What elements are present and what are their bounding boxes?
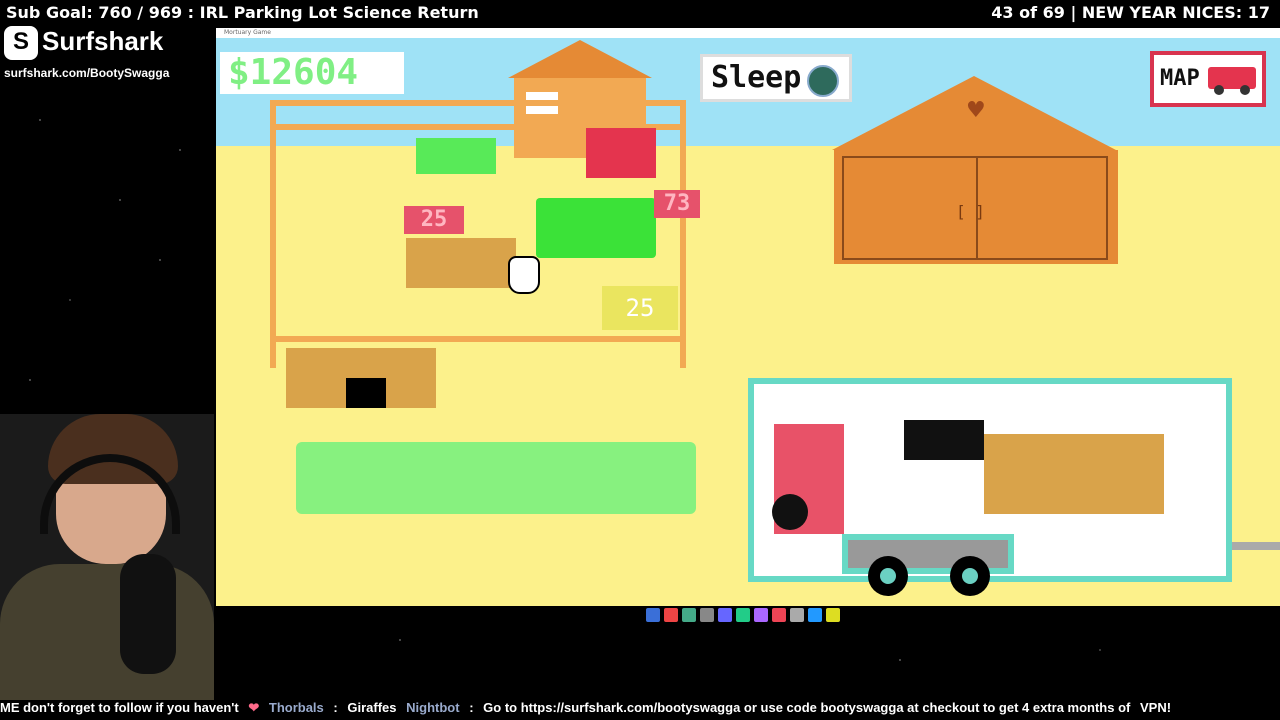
trailer-wheel <box>868 556 908 596</box>
fence-post <box>680 328 686 368</box>
animal-on-car[interactable] <box>984 434 1164 514</box>
green-animal[interactable] <box>416 138 496 174</box>
surfshark-logo-icon <box>4 26 38 60</box>
sponsor-url: surfshark.com/BootySwagga <box>4 66 170 80</box>
chat-text: Giraffes <box>347 700 397 715</box>
hand-cursor-icon <box>508 256 540 294</box>
taskbar-icon[interactable] <box>808 608 822 622</box>
house-roof <box>508 40 652 78</box>
taskbar-icon[interactable] <box>718 608 732 622</box>
map-label: MAP <box>1160 66 1200 91</box>
sponsor-name: Surfshark <box>42 26 164 56</box>
trailer-wheel <box>950 556 990 596</box>
chat-text: Go to https://surfshark.com/bootyswagga … <box>483 700 1131 715</box>
dog-spot <box>346 378 386 408</box>
sponsor-branding: Surfshark surfshark.com/BootySwagga <box>4 26 204 86</box>
game-window[interactable]: Mortuary Game $12604 25 73 25 Sleep MAP … <box>216 28 1280 606</box>
taskbar-icon[interactable] <box>682 608 696 622</box>
streamer-jacket <box>0 564 214 700</box>
price-tag-left: 25 <box>404 206 464 234</box>
black-animal[interactable] <box>904 420 984 460</box>
taskbar-icon[interactable] <box>664 608 678 622</box>
heart-icon: ❤ <box>248 700 260 715</box>
chat-text: VPN! <box>1140 700 1172 715</box>
stream-top-bar: Sub Goal: 760 / 969 : IRL Parking Lot Sc… <box>0 0 1280 26</box>
ticker-message: ME don't forget to follow if you haven't <box>0 700 239 715</box>
bomb-item[interactable] <box>772 494 808 530</box>
chat-username: Nightbot <box>406 700 460 715</box>
green-car[interactable] <box>536 198 656 258</box>
window-title-bar: Mortuary Game <box>216 28 1280 38</box>
trailer-hitch <box>1232 542 1280 550</box>
pasture-drop-zone[interactable] <box>296 442 696 514</box>
truck-icon <box>1208 67 1256 95</box>
price-tag-right: 73 <box>654 190 700 218</box>
barn[interactable]: [ ] <box>834 150 1118 264</box>
chat-colon: : <box>469 700 474 715</box>
microphone-icon <box>120 554 176 674</box>
chat-colon: : <box>333 700 338 715</box>
chat-ticker: ME don't forget to follow if you haven't… <box>0 700 1280 720</box>
taskbar-icon[interactable] <box>790 608 804 622</box>
sub-goal-text: Sub Goal: 760 / 969 : IRL Parking Lot Sc… <box>6 3 479 22</box>
sleep-label: Sleep <box>711 60 802 95</box>
taskbar-icon[interactable] <box>754 608 768 622</box>
webcam-overlay <box>0 414 214 700</box>
taskbar-icon[interactable] <box>772 608 786 622</box>
taskbar-icon[interactable] <box>826 608 840 622</box>
chat-username: Thorbals <box>268 700 324 715</box>
taskbar-icon[interactable] <box>646 608 660 622</box>
heart-icon: ♥ <box>966 98 986 123</box>
red-truck[interactable] <box>586 128 656 178</box>
price-box[interactable]: 25 <box>602 286 678 330</box>
taskbar <box>646 606 846 624</box>
animal-pile[interactable] <box>406 238 516 288</box>
taskbar-icon[interactable] <box>736 608 750 622</box>
barn-slot-label: [ ] <box>956 202 985 221</box>
sleep-button[interactable]: Sleep <box>700 54 852 102</box>
window-title: Mortuary Game <box>224 29 271 36</box>
money-display: $12604 <box>220 52 404 94</box>
taskbar-icon[interactable] <box>700 608 714 622</box>
fence-rail <box>270 336 686 342</box>
map-button[interactable]: MAP <box>1150 51 1266 107</box>
progress-text: 43 of 69 | NEW YEAR NICES: 17 <box>991 3 1270 22</box>
fence-post <box>270 328 276 368</box>
